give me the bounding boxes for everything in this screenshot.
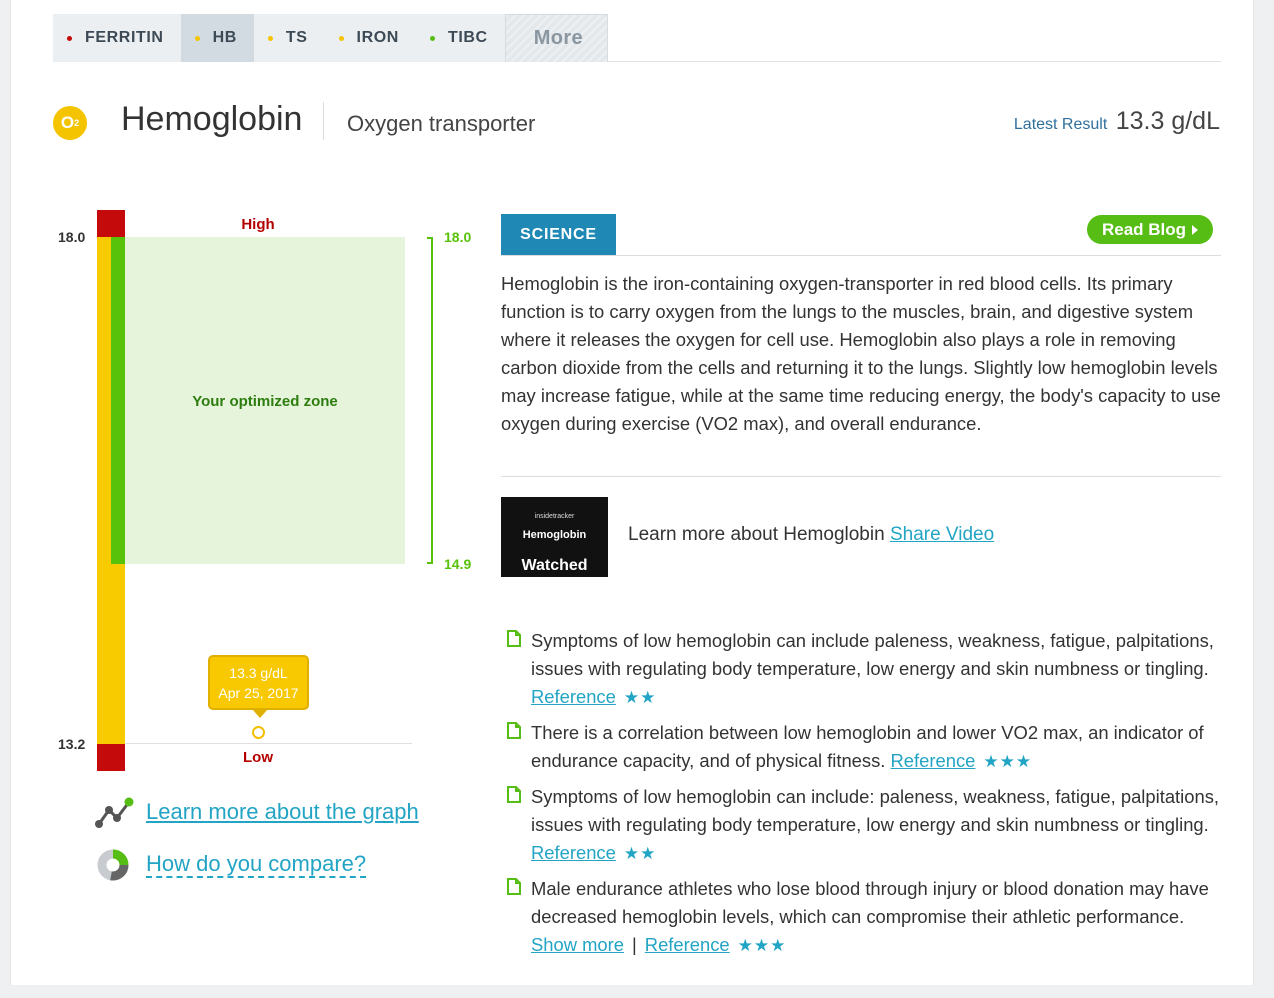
tab-ts[interactable]: TS — [253, 14, 325, 62]
status-dot-icon — [194, 35, 200, 41]
tab-label: IRON — [356, 29, 399, 46]
separator: | — [632, 934, 637, 955]
play-arrow-icon — [1192, 224, 1199, 235]
list-item: Symptoms of low hemoglobin can include p… — [507, 627, 1231, 712]
optimal-range-bar — [111, 237, 125, 564]
video-brand: insidetracker — [534, 513, 575, 520]
tab-label: TS — [285, 29, 308, 46]
badge-subscript: 2 — [74, 118, 80, 128]
read-blog-button[interactable]: Read Blog — [1087, 215, 1213, 244]
axis-top-value: 18.0 — [58, 229, 86, 245]
zone-bracket — [427, 237, 433, 564]
tab-iron[interactable]: IRON — [324, 14, 416, 62]
tooltip-date: Apr 25, 2017 — [218, 685, 299, 701]
fact-text: There is a correlation between low hemog… — [531, 722, 1204, 771]
rating-stars-icon: ★★★ — [983, 752, 1033, 771]
status-dot-icon — [267, 35, 273, 41]
latest-result-label: Latest Result — [1013, 116, 1108, 133]
compare-link[interactable]: How do you compare? — [146, 851, 367, 878]
video-thumbnail[interactable]: insidetracker Hemoglobin Watched — [501, 497, 608, 577]
rating-stars-icon: ★★ — [623, 688, 657, 707]
science-divider — [501, 255, 1221, 256]
tab-hb[interactable]: HB — [180, 14, 254, 62]
fact-text: Male endurance athletes who lose blood t… — [531, 878, 1209, 927]
document-icon — [507, 878, 521, 895]
biomarker-tabs: FERRITIN HB TS IRON TIBC More — [53, 14, 1221, 62]
video-caption-text: Learn more about Hemoglobin — [628, 524, 885, 545]
document-icon — [507, 630, 521, 647]
share-video-link[interactable]: Share Video — [890, 524, 994, 545]
high-range-bar — [97, 210, 125, 237]
high-label: High — [241, 216, 275, 233]
description-divider — [501, 476, 1221, 477]
document-icon — [507, 786, 521, 803]
video-watched-label: Watched — [521, 557, 588, 574]
graph-baseline — [125, 743, 412, 744]
optimized-zone-label: Your optimized zone — [192, 393, 338, 410]
biomarker-card: FERRITIN HB TS IRON TIBC More O2 Hemoglo… — [10, 0, 1254, 985]
tab-label: FERRITIN — [85, 29, 164, 46]
tab-tibc[interactable]: TIBC — [415, 14, 505, 62]
reference-link[interactable]: Reference — [531, 686, 616, 707]
tab-science[interactable]: SCIENCE — [501, 214, 616, 256]
line-graph-icon — [95, 797, 134, 828]
fact-text: Symptoms of low hemoglobin can include p… — [531, 630, 1214, 679]
low-range-bar — [97, 744, 125, 771]
show-more-link[interactable]: Show more — [531, 934, 624, 955]
badge-letter: O — [60, 113, 75, 132]
low-label: Low — [243, 749, 273, 766]
reference-link[interactable]: Reference — [891, 750, 976, 771]
fact-text: Symptoms of low hemoglobin can include: … — [531, 786, 1219, 835]
tab-more[interactable]: More — [504, 14, 609, 62]
video-title: Hemoglobin — [522, 529, 587, 541]
tab-label: HB — [212, 29, 237, 46]
tooltip-value: 13.3 g/dL — [229, 665, 288, 681]
tab-label: TIBC — [447, 29, 488, 46]
list-item: Male endurance athletes who lose blood t… — [507, 875, 1231, 960]
list-item: There is a correlation between low hemog… — [507, 719, 1231, 776]
zone-bottom-value: 14.9 — [444, 556, 472, 572]
tab-ferritin[interactable]: FERRITIN — [53, 14, 181, 62]
document-icon — [507, 722, 521, 739]
latest-result-value: 13.3 g/dL — [1115, 107, 1220, 135]
video-caption: Learn more about Hemoglobin Share Video — [628, 524, 994, 546]
facts-list: Symptoms of low hemoglobin can include p… — [507, 627, 1231, 967]
status-dot-icon — [429, 35, 435, 41]
zone-top-value: 18.0 — [444, 229, 472, 245]
page-subtitle: Oxygen transporter — [347, 111, 536, 136]
status-dot-icon — [67, 35, 72, 41]
rating-stars-icon: ★★★ — [737, 936, 787, 955]
result-point[interactable] — [252, 726, 265, 739]
title-divider — [323, 102, 324, 140]
donut-chart-icon — [97, 849, 129, 881]
reference-link[interactable]: Reference — [531, 842, 616, 863]
o2-badge-icon: O2 — [53, 106, 87, 140]
science-description: Hemoglobin is the iron-containing oxygen… — [501, 273, 1221, 434]
rating-stars-icon: ★★ — [623, 844, 657, 863]
axis-bottom-value: 13.2 — [58, 736, 86, 752]
reference-link[interactable]: Reference — [645, 934, 730, 955]
latest-result: Latest Result 13.3 g/dL — [1014, 107, 1220, 136]
page-title: Hemoglobin — [121, 100, 303, 138]
status-dot-icon — [338, 35, 344, 41]
result-tooltip: 13.3 g/dL Apr 25, 2017 — [208, 655, 309, 718]
list-item: Symptoms of low hemoglobin can include: … — [507, 783, 1231, 868]
read-blog-label: Read Blog — [1101, 219, 1187, 239]
learn-graph-link[interactable]: Learn more about the graph — [146, 799, 419, 825]
